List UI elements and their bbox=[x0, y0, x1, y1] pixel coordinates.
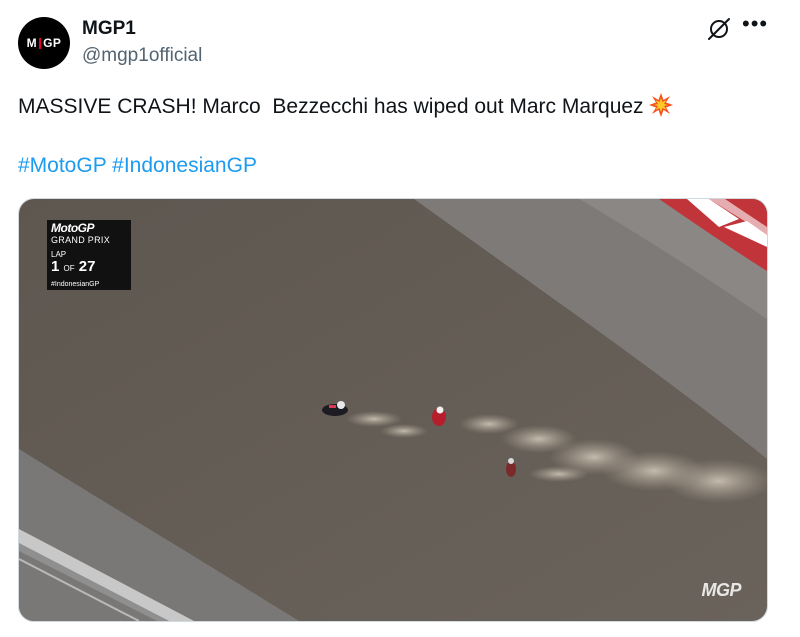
hashtag-motogp[interactable]: #MotoGP bbox=[18, 154, 106, 177]
user-handle[interactable]: @mgp1official bbox=[82, 45, 202, 67]
lap-total: 27 bbox=[78, 258, 96, 275]
tweet-body: MASSIVE CRASH! Marco Bezzecchi has wiped… bbox=[18, 95, 644, 118]
hashtag-indonesiangp[interactable]: #IndonesianGP bbox=[112, 154, 257, 177]
avatar-logo-bar bbox=[39, 37, 42, 49]
avatar[interactable]: M GP bbox=[18, 17, 70, 69]
tweet-text: MASSIVE CRASH! Marco Bezzecchi has wiped… bbox=[18, 92, 674, 125]
lap-current: 1 bbox=[51, 258, 60, 275]
more-options-icon[interactable]: ••• bbox=[742, 13, 768, 42]
avatar-text-m: M bbox=[26, 36, 38, 50]
lap-of: OF bbox=[63, 264, 75, 273]
lap-counter-overlay: MotoGP GRAND PRIX LAP 1 OF 27 #Indonesia… bbox=[47, 220, 131, 290]
collision-emoji bbox=[648, 92, 674, 125]
overlay-brand: MotoGP bbox=[51, 221, 95, 235]
mgp-watermark: MGP bbox=[701, 580, 741, 600]
display-name[interactable]: MGP1 bbox=[82, 18, 136, 40]
avatar-text-gp: GP bbox=[43, 36, 62, 50]
race-footage bbox=[19, 199, 767, 621]
overlay-series: GRAND PRIX bbox=[51, 235, 111, 245]
hashtag-row: #MotoGP #IndonesianGP bbox=[18, 153, 257, 179]
overlay-lap-count: 1 OF 27 bbox=[51, 259, 127, 276]
video-media[interactable]: MotoGP GRAND PRIX LAP 1 OF 27 #Indonesia… bbox=[18, 198, 768, 622]
grok-icon[interactable] bbox=[706, 16, 732, 42]
overlay-event-tag: #IndonesianGP bbox=[51, 281, 100, 288]
